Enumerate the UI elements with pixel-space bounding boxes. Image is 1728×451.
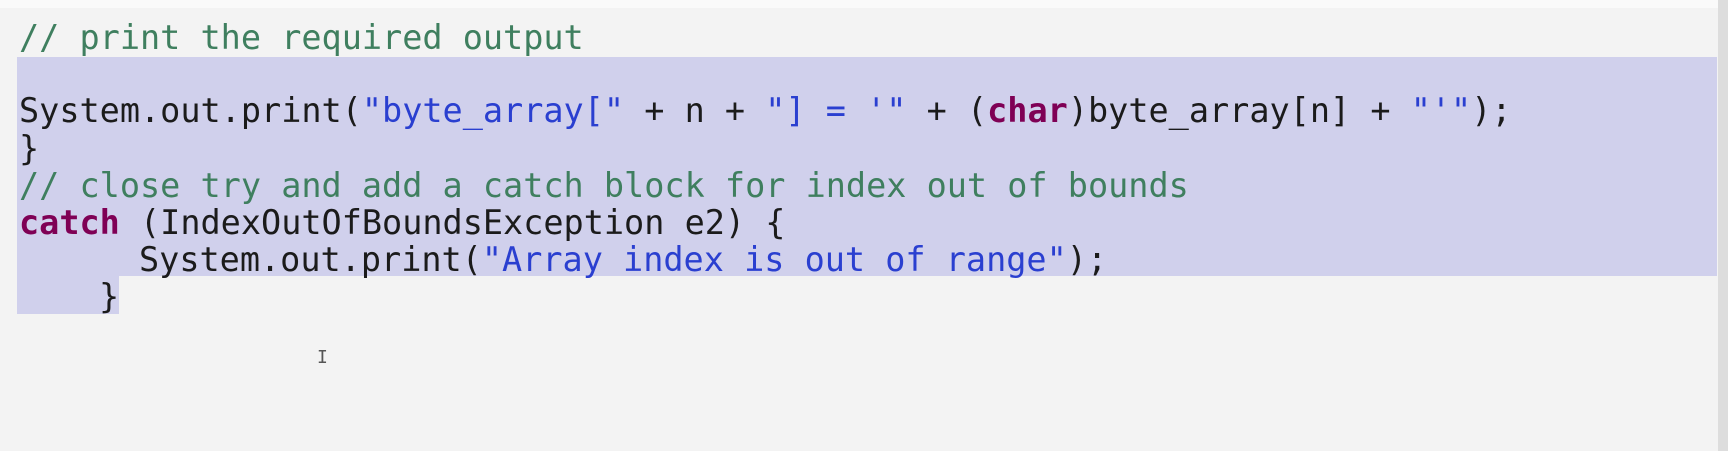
keyword-token: catch (19, 203, 120, 242)
code-token: ); (1066, 240, 1108, 279)
code-line-3[interactable]: System.out.print("byte_array[" + n + "] … (19, 91, 1512, 131)
code-line-8[interactable]: } (99, 277, 119, 317)
code-line-5[interactable]: // close try and add a catch block for i… (19, 166, 1189, 206)
comment-text: // print the required output (19, 18, 584, 57)
code-token: + ( (906, 91, 988, 130)
code-editor[interactable]: // print the required output System.out.… (0, 0, 1728, 451)
comment-text: // close try and add a catch block for i… (19, 166, 1189, 205)
code-token: ); (1471, 91, 1512, 130)
string-token: "'" (1410, 91, 1472, 130)
code-lines: // print the required output System.out.… (0, 0, 1728, 451)
text-cursor-icon: I (317, 347, 328, 368)
code-token: (IndexOutOfBoundsException e2) { (119, 203, 786, 242)
code-token: System.out.print( (19, 91, 362, 130)
code-token: )byte_array[n] + (1067, 91, 1411, 130)
string-token: "] = '" (765, 91, 907, 130)
brace-token: } (99, 277, 120, 316)
code-line-6[interactable]: catch (IndexOutOfBoundsException e2) { (19, 203, 785, 243)
code-line-4[interactable]: } (19, 129, 39, 169)
string-token: "byte_array[" (361, 91, 625, 130)
code-token: + n + (624, 91, 766, 130)
code-line-1[interactable]: // print the required output (19, 18, 584, 58)
brace-token: } (19, 129, 40, 168)
code-line-7[interactable]: System.out.print("Array index is out of … (139, 240, 1107, 280)
code-token: System.out.print( (139, 240, 482, 279)
keyword-token: char (987, 91, 1068, 130)
string-token: "Array index is out of range" (481, 240, 1067, 279)
